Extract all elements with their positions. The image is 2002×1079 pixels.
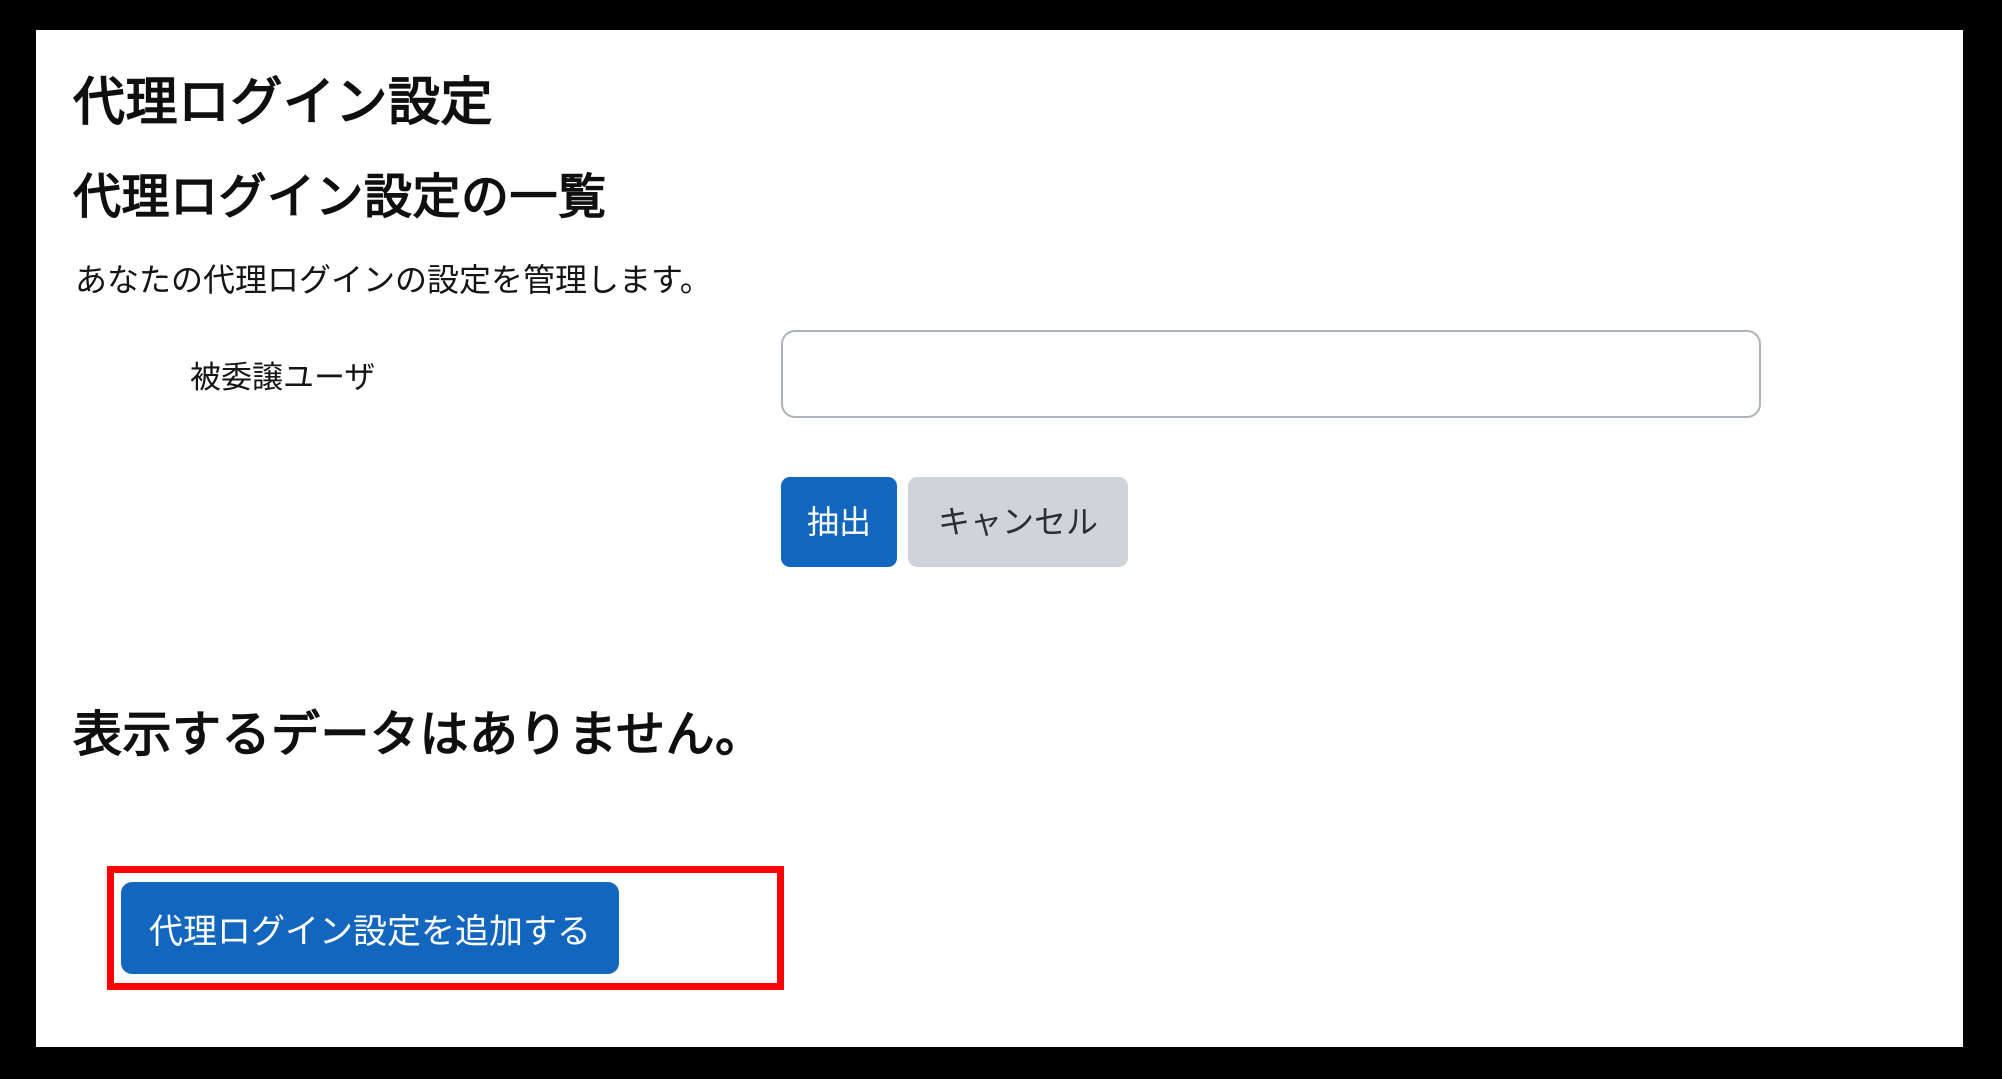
screenshot-frame: 代理ログイン設定 代理ログイン設定の一覧 あなたの代理ログインの設定を管理します… <box>0 0 2002 1079</box>
page-card: 代理ログイン設定 代理ログイン設定の一覧 あなたの代理ログインの設定を管理します… <box>36 30 1963 1047</box>
cancel-button[interactable]: キャンセル <box>908 477 1129 567</box>
empty-state-message: 表示するデータはありません。 <box>73 708 765 762</box>
section-description: あなたの代理ログインの設定を管理します。 <box>75 262 712 298</box>
add-proxy-login-setting-button[interactable]: 代理ログイン設定を追加する <box>121 882 619 974</box>
extract-button[interactable]: 抽出 <box>781 477 898 567</box>
page-title: 代理ログイン設定 <box>73 74 494 132</box>
delegated-user-input[interactable] <box>781 330 1761 418</box>
filter-row-delegated-user: 被委譲ユーザ <box>73 330 1963 430</box>
section-title: 代理ログイン設定の一覧 <box>73 171 607 224</box>
filter-form: 被委譲ユーザ 抽出 キャンセル <box>73 330 1963 580</box>
page-content: 代理ログイン設定 代理ログイン設定の一覧 あなたの代理ログインの設定を管理します… <box>73 30 1963 1047</box>
delegated-user-label: 被委譲ユーザ <box>190 360 376 395</box>
add-setting-area: 代理ログイン設定を追加する <box>73 866 833 1031</box>
filter-actions: 抽出 キャンセル <box>781 477 1129 567</box>
delegated-user-field-wrap <box>781 330 1761 420</box>
